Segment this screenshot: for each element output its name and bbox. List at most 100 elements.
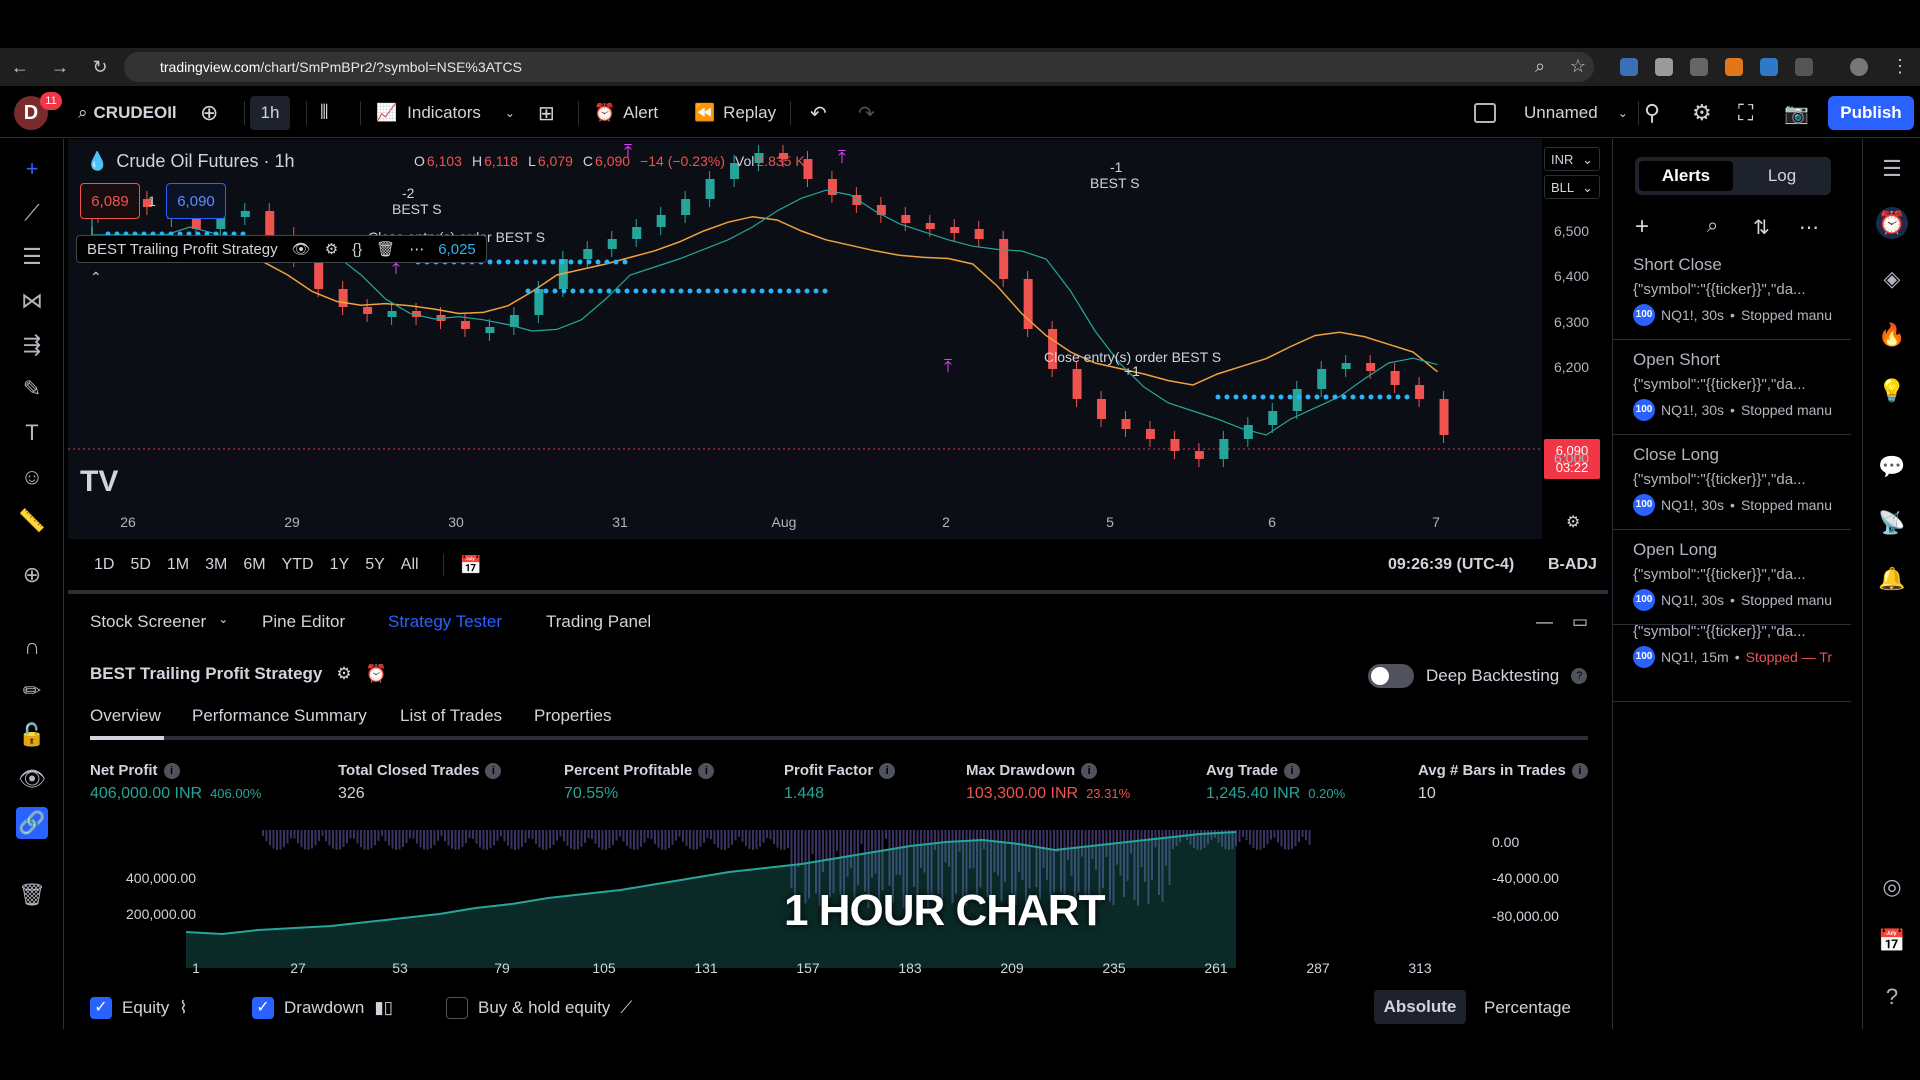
alert-item[interactable]: Close Long {"symbol":"{{ticker}}","da... 1… xyxy=(1633,445,1843,516)
range-button-1m[interactable]: 1M xyxy=(159,556,197,574)
interval-button[interactable]: 1h xyxy=(250,96,290,130)
more-icon[interactable]: ⋯ xyxy=(1799,215,1819,240)
streams-icon[interactable]: 📡 xyxy=(1876,507,1908,539)
minimize-icon[interactable]: — xyxy=(1536,612,1553,632)
user-avatar[interactable]: D 11 xyxy=(14,88,62,138)
auto-scale-gear-icon[interactable]: ⚙ xyxy=(1566,512,1580,532)
extension-icon[interactable] xyxy=(1760,58,1778,76)
candles-icon[interactable]: ⫴ xyxy=(320,88,328,138)
eye-icon[interactable]: 👁 xyxy=(16,763,48,795)
layers-icon[interactable]: ◈ xyxy=(1876,263,1908,295)
publish-button[interactable]: Publish xyxy=(1828,96,1914,130)
info-icon[interactable]: i xyxy=(698,762,715,779)
strategy-legend-item[interactable]: BEST Trailing Profit Strategy 👁 ⚙ {} 🗑 ⋯… xyxy=(76,235,487,263)
notifications-bell-icon[interactable]: 🔔 xyxy=(1876,563,1908,595)
info-icon[interactable]: i xyxy=(879,762,896,779)
forward-icon[interactable]: → xyxy=(40,57,80,78)
address-bar[interactable]: tradingview.com/chart/SmPmBPr2/?symbol=N… xyxy=(124,52,1594,82)
alert-button[interactable]: ⏰ Alert xyxy=(594,88,658,138)
lock-icon[interactable]: 🔓 xyxy=(16,719,48,751)
metamask-icon[interactable] xyxy=(1725,58,1743,76)
range-button-6m[interactable]: 6M xyxy=(235,556,273,574)
range-button-1y[interactable]: 1Y xyxy=(322,556,358,574)
subtab-performance-summary[interactable]: Performance Summary xyxy=(192,706,367,726)
extension-icon[interactable] xyxy=(1690,58,1708,76)
range-button-5y[interactable]: 5Y xyxy=(357,556,393,574)
fib-icon[interactable]: ☰ xyxy=(16,241,48,273)
source-code-icon[interactable]: {} xyxy=(352,241,362,258)
layout-button[interactable]: Unnamed ⌄ xyxy=(1474,88,1628,138)
buyhold-checkbox[interactable] xyxy=(446,997,468,1019)
info-icon[interactable]: i xyxy=(163,762,180,779)
range-button-5d[interactable]: 5D xyxy=(122,556,158,574)
fullscreen-icon[interactable]: ⛶ xyxy=(1738,88,1753,138)
info-icon[interactable]: i xyxy=(1081,762,1098,779)
calendar-icon[interactable]: 📅 xyxy=(1876,925,1908,957)
profile-avatar[interactable] xyxy=(1850,58,1868,76)
tab-strategy-tester[interactable]: Strategy Tester xyxy=(388,612,502,632)
tab-alerts[interactable]: Alerts xyxy=(1639,161,1733,191)
percentage-toggle[interactable]: Percentage xyxy=(1484,998,1571,1018)
tab-trading-panel[interactable]: Trading Panel xyxy=(546,612,651,632)
symbol-search[interactable]: ⌕ CRUDEOIl xyxy=(78,88,177,138)
alerts-clock-icon[interactable]: ⏰ xyxy=(1876,207,1908,239)
puzzle-icon[interactable] xyxy=(1795,58,1813,76)
more-icon[interactable]: ⋯ xyxy=(409,240,424,258)
adjustment-toggle[interactable]: B-ADJ xyxy=(1548,556,1597,574)
redo-icon[interactable]: ↷ xyxy=(858,88,875,138)
unit-select[interactable]: BLL ⌄ xyxy=(1544,175,1600,199)
add-alert-icon[interactable]: + xyxy=(1635,213,1649,241)
subtab-list-of-trades[interactable]: List of Trades xyxy=(400,706,502,726)
trend-line-icon[interactable]: ⟋ xyxy=(16,197,48,229)
help-icon[interactable]: ? xyxy=(1876,981,1908,1013)
ideas-bulb-icon[interactable]: 💡 xyxy=(1876,375,1908,407)
replay-button[interactable]: ⏪ Replay xyxy=(694,88,776,138)
settings-gear-icon[interactable]: ⚙ xyxy=(325,240,338,258)
zoom-icon[interactable]: ⌕ xyxy=(1520,56,1560,77)
text-icon[interactable]: T xyxy=(16,417,48,449)
templates-grid-icon[interactable]: ⊞ xyxy=(538,88,555,138)
reload-icon[interactable]: ↻ xyxy=(80,57,120,78)
camera-icon[interactable]: 📷 xyxy=(1784,88,1809,138)
ruler-icon[interactable]: 📏 xyxy=(16,505,48,537)
range-button-3m[interactable]: 3M xyxy=(197,556,235,574)
indicators-button[interactable]: 📈 Indicators ⌄ xyxy=(376,88,515,138)
subtab-overview[interactable]: Overview xyxy=(90,706,161,726)
info-icon[interactable]: i xyxy=(485,762,502,779)
pattern-icon[interactable]: ⋈ xyxy=(16,285,48,317)
brush-icon[interactable]: ✎ xyxy=(16,373,48,405)
trash-icon[interactable]: 🗑 xyxy=(16,879,48,911)
kebab-menu-icon[interactable]: ⋮ xyxy=(1880,56,1920,77)
info-icon[interactable]: i xyxy=(1283,762,1300,779)
settings-gear-icon[interactable]: ⚙ xyxy=(1692,88,1712,138)
compare-add-icon[interactable]: ⊕ xyxy=(200,88,218,138)
draw-mode-icon[interactable]: ✏ xyxy=(16,675,48,707)
alarm-add-icon[interactable]: ⏰ xyxy=(366,664,387,684)
chat-icon[interactable]: 💬 xyxy=(1876,451,1908,483)
eye-icon[interactable]: 👁 xyxy=(292,240,311,258)
alert-item[interactable]: Short Close {"symbol":"{{ticker}}","da...… xyxy=(1633,255,1843,326)
extension-icon[interactable] xyxy=(1655,58,1673,76)
watchlist-icon[interactable]: ☰ xyxy=(1876,153,1908,185)
quick-search-icon[interactable]: ⚲ xyxy=(1644,88,1660,138)
range-button-1d[interactable]: 1D xyxy=(86,556,122,574)
help-icon[interactable]: ? xyxy=(1571,668,1588,684)
price-chart[interactable]: -2BEST SBEST L+1-1BEST SClose entry(s) o… xyxy=(68,139,1600,539)
range-button-all[interactable]: All xyxy=(393,556,427,574)
emoji-icon[interactable]: ☺ xyxy=(16,461,48,493)
back-icon[interactable]: ← xyxy=(0,57,40,78)
extension-icon[interactable] xyxy=(1620,58,1638,76)
forecast-icon[interactable]: ⇶ xyxy=(16,329,48,361)
alert-item[interactable]: Open Short {"symbol":"{{ticker}}","da... 1… xyxy=(1633,350,1843,421)
alert-item[interactable]: {"symbol":"{{ticker}}","da... 100 NQ1!, 15… xyxy=(1633,617,1843,668)
link-icon[interactable]: 🔗 xyxy=(16,807,48,839)
equity-checkbox[interactable]: ✓ xyxy=(90,997,112,1019)
settings-gear-icon[interactable]: ⚙ xyxy=(336,664,351,684)
clock[interactable]: 09:26:39 (UTC-4) xyxy=(1388,556,1514,574)
drawdown-checkbox[interactable]: ✓ xyxy=(252,997,274,1019)
tab-log[interactable]: Log xyxy=(1735,161,1829,191)
tradingview-logo[interactable]: TV xyxy=(80,465,118,499)
target-icon[interactable]: ◎ xyxy=(1876,871,1908,903)
collapse-chevron-icon[interactable]: ⌃ xyxy=(90,269,102,286)
crosshair-icon[interactable]: + xyxy=(16,153,48,185)
